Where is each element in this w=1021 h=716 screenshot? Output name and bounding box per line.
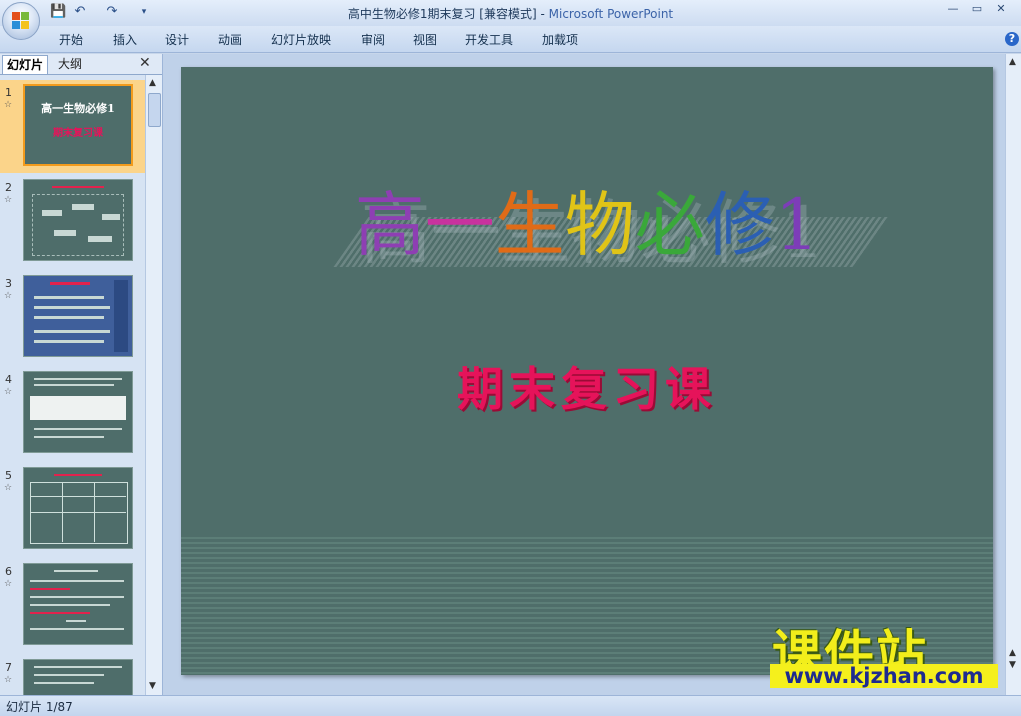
scroll-thumb[interactable] (148, 93, 161, 127)
tab-design[interactable]: 设计 (165, 31, 189, 48)
scroll-down-icon[interactable]: ▼ (149, 681, 156, 691)
thumbnail-preview (23, 563, 133, 645)
slide-thumbnail-2[interactable]: 2 ☆ (0, 175, 145, 268)
tab-home[interactable]: 开始 (59, 31, 83, 48)
tab-view[interactable]: 视图 (413, 31, 437, 48)
tab-slideshow[interactable]: 幻灯片放映 (271, 31, 331, 48)
thumbnail-preview (23, 275, 133, 357)
animation-star-icon: ☆ (4, 100, 13, 110)
office-button[interactable] (2, 2, 40, 40)
title-char: 一 (424, 184, 495, 266)
animation-star-icon: ☆ (4, 579, 13, 589)
close-icon[interactable]: ✕ (139, 55, 151, 71)
tab-addins[interactable]: 加载项 (542, 31, 578, 48)
thumbnail-preview (23, 179, 133, 261)
prev-slide-icon[interactable]: ▲ (1009, 648, 1016, 658)
tab-slides[interactable]: 幻灯片 (2, 55, 49, 74)
thumbnail-preview (23, 659, 133, 695)
panel-scrollbar[interactable]: ▲ ▼ (145, 75, 162, 695)
animation-star-icon: ☆ (4, 387, 13, 397)
app-name: Microsoft PowerPoint (548, 7, 674, 21)
slide-thumbnail-3[interactable]: 3 ☆ (0, 271, 145, 364)
tab-outline[interactable]: 大纲 (54, 55, 86, 73)
title-char: 1 (774, 184, 820, 266)
title-char: 必 (634, 184, 705, 266)
tab-review[interactable]: 审阅 (361, 31, 385, 48)
thumbnail-preview (23, 467, 133, 549)
slide-thumbnails: 1 ☆ 高一生物必修1 期末复习课 2 ☆ 3 ☆ 4 ☆ 5 ☆ 6 ☆ 7 … (0, 75, 145, 695)
slide-counter: 幻灯片 1/87 (6, 700, 73, 714)
tab-animations[interactable]: 动画 (218, 31, 242, 48)
tab-insert[interactable]: 插入 (113, 31, 137, 48)
slide-subtitle[interactable]: 期末复习课 (181, 353, 993, 419)
animation-star-icon: ☆ (4, 195, 13, 205)
slide-thumbnail-4[interactable]: 4 ☆ (0, 367, 145, 460)
restore-button[interactable]: ▭ (966, 2, 988, 16)
thumbnail-preview (23, 371, 133, 453)
minimize-button[interactable]: — (942, 2, 964, 16)
animation-star-icon: ☆ (4, 675, 13, 685)
animation-star-icon: ☆ (4, 291, 13, 301)
slide-thumbnail-1[interactable]: 1 ☆ 高一生物必修1 期末复习课 (0, 80, 145, 173)
scroll-up-icon[interactable]: ▲ (1009, 57, 1016, 67)
editor-scrollbar[interactable]: ▲ ▲ ▼ (1005, 54, 1021, 695)
slide-thumbnail-7[interactable]: 7 ☆ (0, 655, 145, 695)
document-title: 高中生物必修1期末复习 [兼容模式] (347, 7, 537, 21)
slide-canvas[interactable]: 高一生物必修1 期末复习课 (181, 67, 993, 675)
scroll-up-icon[interactable]: ▲ (149, 78, 156, 88)
animation-star-icon: ☆ (4, 483, 13, 493)
slide-title[interactable]: 高一生物必修1 (181, 185, 993, 265)
title-char: 高 (354, 184, 425, 266)
window-title: 高中生物必修1期末复习 [兼容模式] - Microsoft PowerPoin… (347, 7, 674, 21)
slide-thumbnail-5[interactable]: 5 ☆ (0, 463, 145, 556)
title-char: 物 (564, 184, 635, 266)
close-button[interactable]: ✕ (990, 2, 1012, 16)
tab-developer[interactable]: 开发工具 (465, 31, 513, 48)
next-slide-icon[interactable]: ▼ (1009, 660, 1016, 670)
slide-thumbnail-6[interactable]: 6 ☆ (0, 559, 145, 652)
status-bar (0, 695, 1021, 716)
title-char: 生 (494, 184, 565, 266)
thumbnail-preview: 高一生物必修1 期末复习课 (23, 84, 133, 166)
title-char: 修 (704, 184, 775, 266)
help-icon[interactable]: ? (1005, 32, 1019, 46)
office-logo-icon (12, 12, 30, 30)
watermark-url: www.kjzhan.com (770, 664, 998, 688)
